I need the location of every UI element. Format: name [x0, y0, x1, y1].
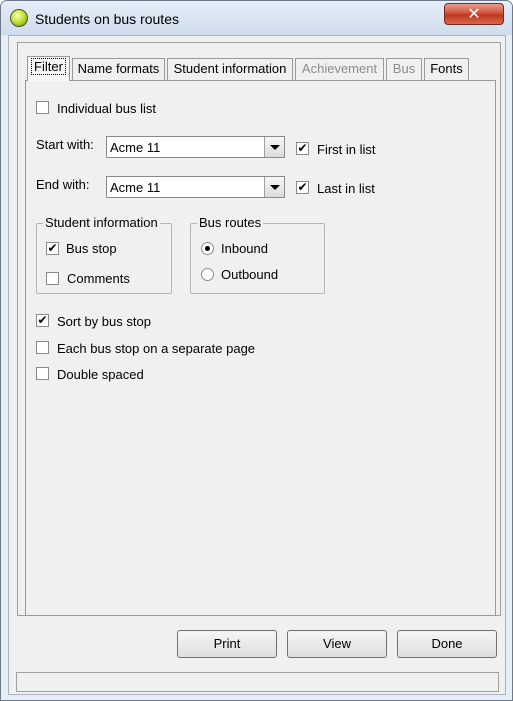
bus-stop-label[interactable]: Bus stop — [66, 241, 117, 256]
window-title: Students on bus routes — [35, 11, 179, 27]
chevron-down-icon[interactable] — [264, 137, 284, 157]
close-icon: ✕ — [467, 4, 481, 23]
outbound-label[interactable]: Outbound — [221, 267, 278, 282]
individual-bus-list-label[interactable]: Individual bus list — [57, 101, 156, 116]
sort-by-bus-stop-checkbox[interactable]: ✔ — [36, 314, 49, 327]
student-information-group-title: Student information — [43, 215, 160, 230]
each-stop-separate-page-checkbox[interactable] — [36, 341, 49, 354]
bus-stop-checkbox[interactable]: ✔ — [46, 242, 59, 255]
tab-fonts[interactable]: Fonts — [424, 58, 469, 80]
inbound-label[interactable]: Inbound — [221, 241, 268, 256]
tab-filter[interactable]: Filter — [27, 56, 70, 81]
end-with-label: End with: — [36, 177, 90, 192]
tab-achievement: Achievement — [295, 58, 384, 80]
last-in-list-label[interactable]: Last in list — [317, 181, 375, 196]
start-with-label: Start with: — [36, 137, 94, 152]
end-with-value: Acme 11 — [110, 180, 161, 195]
first-in-list-label[interactable]: First in list — [317, 142, 376, 157]
tab-student-information[interactable]: Student information — [167, 58, 293, 80]
filter-tab-panel: Individual bus list Start with: Acme 11 … — [25, 80, 496, 616]
start-with-value: Acme 11 — [110, 140, 161, 155]
sort-by-bus-stop-label[interactable]: Sort by bus stop — [57, 314, 151, 329]
dialog-client-area: Filter Name formats Student information … — [8, 35, 506, 695]
bus-routes-group-title: Bus routes — [197, 215, 264, 230]
last-in-list-checkbox[interactable]: ✔ — [296, 181, 309, 194]
comments-checkbox[interactable] — [46, 272, 59, 285]
done-button[interactable]: Done — [397, 630, 497, 658]
tab-bus: Bus — [386, 58, 422, 80]
inbound-radio[interactable] — [201, 242, 214, 255]
double-spaced-label[interactable]: Double spaced — [57, 367, 144, 382]
status-bar — [16, 672, 499, 692]
print-button[interactable]: Print — [177, 630, 277, 658]
double-spaced-checkbox[interactable] — [36, 367, 49, 380]
student-information-group: Student information ✔ Bus stop Comments — [36, 215, 172, 294]
start-with-dropdown[interactable]: Acme 11 — [106, 136, 285, 158]
chevron-down-icon[interactable] — [264, 177, 284, 197]
view-button[interactable]: View — [287, 630, 387, 658]
app-icon — [10, 9, 28, 27]
close-button[interactable]: ✕ — [444, 3, 504, 25]
each-stop-separate-page-label[interactable]: Each bus stop on a separate page — [57, 341, 255, 356]
individual-bus-list-checkbox[interactable] — [36, 101, 49, 114]
tab-name-formats[interactable]: Name formats — [72, 58, 165, 80]
outbound-radio[interactable] — [201, 268, 214, 281]
dialog-window: Students on bus routes ✕ Filter Name for… — [0, 0, 513, 701]
title-bar[interactable]: Students on bus routes ✕ — [1, 1, 512, 35]
comments-label[interactable]: Comments — [67, 271, 130, 286]
first-in-list-checkbox[interactable]: ✔ — [296, 142, 309, 155]
end-with-dropdown[interactable]: Acme 11 — [106, 176, 285, 198]
bus-routes-group: Bus routes Inbound Outbound — [190, 215, 325, 294]
